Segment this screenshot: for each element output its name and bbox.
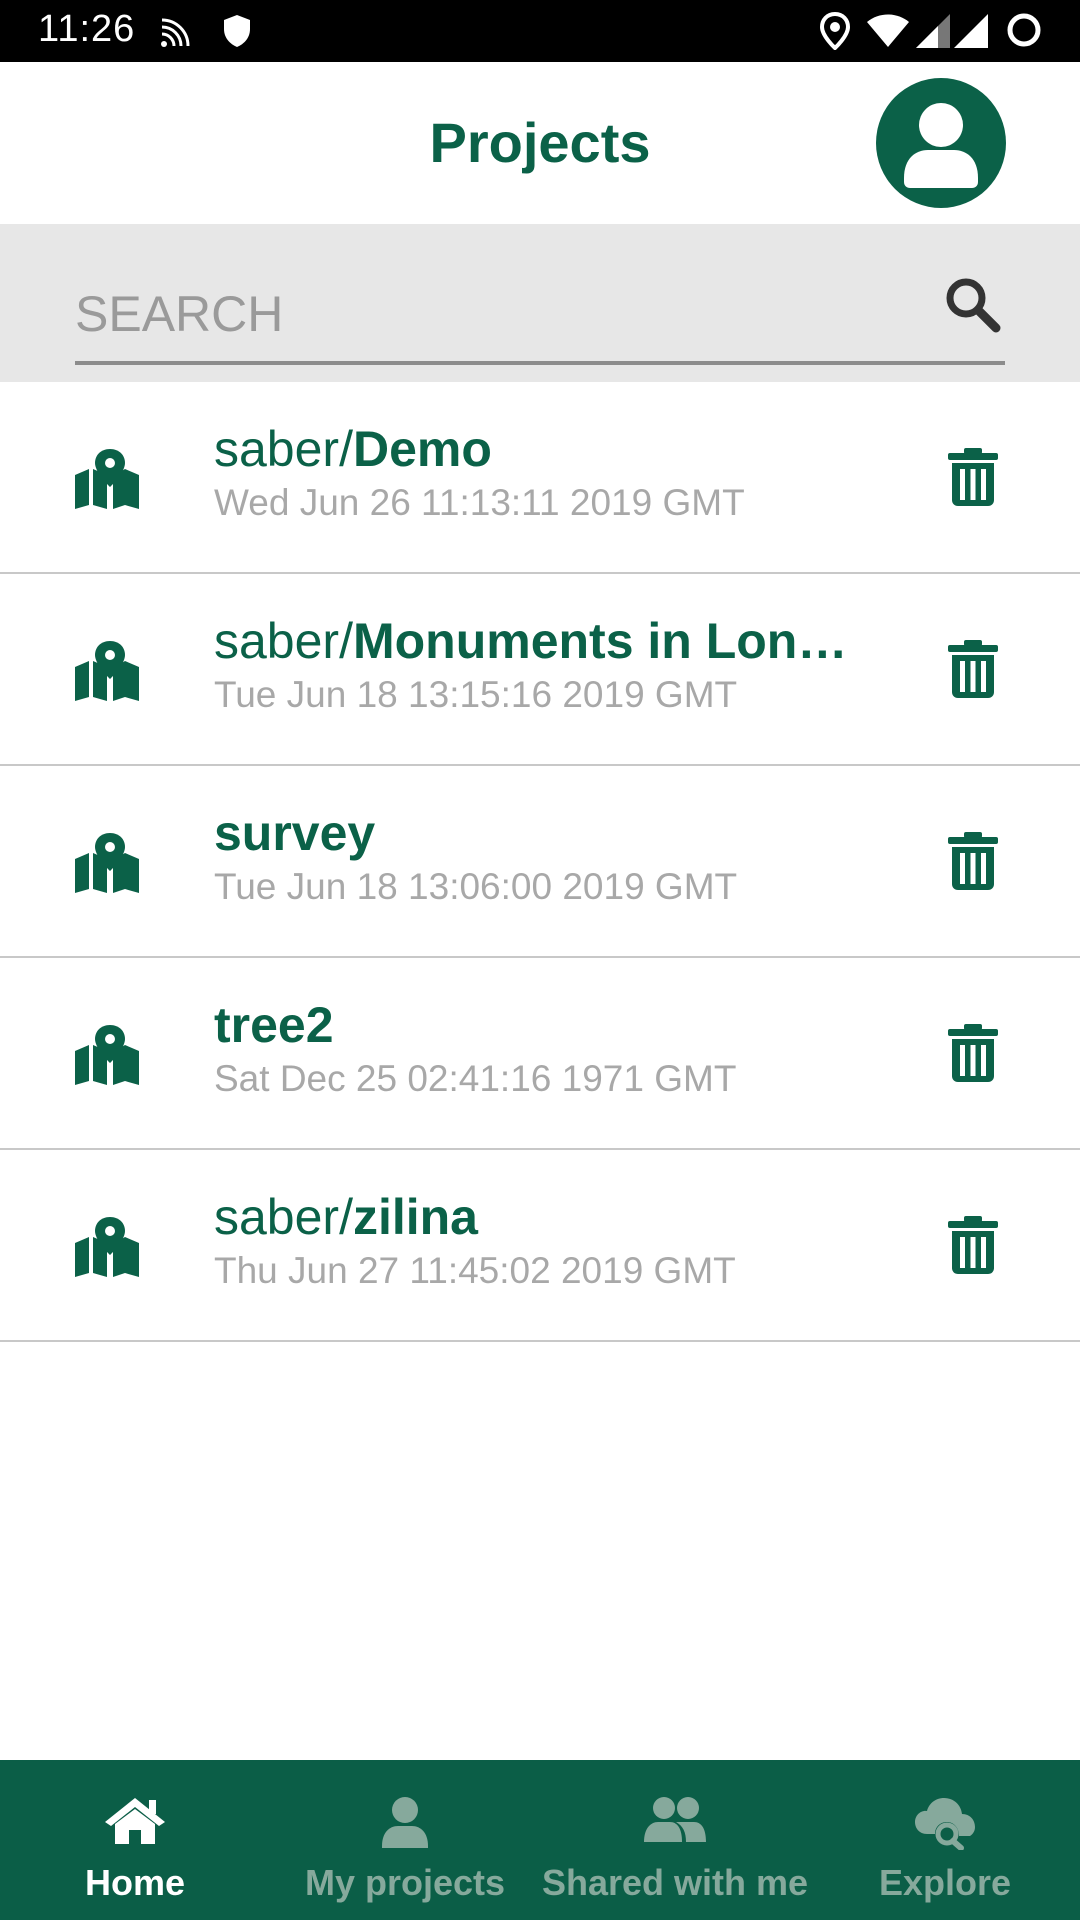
project-title: tree2 (214, 997, 334, 1053)
sync-icon (1007, 13, 1041, 47)
nav-home[interactable]: Home (0, 1760, 270, 1920)
trash-icon[interactable] (948, 640, 998, 698)
nav-explore[interactable]: Explore (810, 1760, 1080, 1920)
project-namespace: saber/ (214, 421, 353, 477)
project-list: saber/Demo Wed Jun 26 11:13:11 2019 GMT … (0, 382, 1080, 1342)
project-date: Tue Jun 18 13:06:00 2019 GMT (214, 866, 738, 907)
app-header: Projects (0, 62, 1080, 224)
nav-shared-with-me[interactable]: Shared with me (540, 1760, 810, 1920)
trash-icon[interactable] (948, 832, 998, 890)
project-name: tree2 (214, 996, 854, 1054)
trash-icon[interactable] (948, 1024, 998, 1082)
project-title: Demo (352, 421, 492, 477)
status-time: 11:26 (38, 8, 136, 50)
location-icon (820, 12, 850, 50)
project-date: Wed Jun 26 11:13:11 2019 GMT (214, 482, 745, 523)
project-row[interactable]: survey Tue Jun 18 13:06:00 2019 GMT (0, 766, 1080, 958)
search-underline (75, 361, 1005, 365)
search-icon[interactable] (940, 272, 1004, 336)
project-title: Monuments in Lon… (352, 613, 848, 669)
project-name: saber/Demo (214, 420, 854, 478)
signal-icon (916, 14, 950, 48)
nav-explore-label: Explore (878, 1862, 1012, 1903)
bottom-nav: Home My projects Shared with me Explore (0, 1760, 1080, 1920)
project-title: survey (214, 805, 376, 861)
nav-my-projects-label: My projects (304, 1862, 506, 1903)
status-bar: 11:26 (0, 0, 1080, 62)
person-icon (382, 1797, 428, 1848)
search-bar (0, 224, 1080, 382)
project-row[interactable]: tree2 Sat Dec 25 02:41:16 1971 GMT (0, 958, 1080, 1150)
nav-my-projects[interactable]: My projects (270, 1760, 540, 1920)
wifi-icon (867, 14, 909, 47)
map-icon (75, 833, 139, 893)
project-namespace: saber/ (214, 613, 353, 669)
screen: 11:26 Projects SEARCH saber/Demo Wed Jun… (0, 0, 1080, 1920)
nav-shared-with-me-label: Shared with me (541, 1862, 809, 1903)
nav-home-label: Home (84, 1862, 186, 1903)
search-input[interactable] (75, 278, 905, 350)
cloud-search-icon (915, 1798, 975, 1850)
trash-icon[interactable] (948, 448, 998, 506)
project-row[interactable]: saber/Demo Wed Jun 26 11:13:11 2019 GMT (0, 382, 1080, 574)
map-icon (75, 1025, 139, 1085)
home-icon (105, 1798, 165, 1844)
project-title: zilina (352, 1189, 478, 1245)
trash-icon[interactable] (948, 1216, 998, 1274)
map-icon (75, 1217, 139, 1277)
profile-button[interactable] (876, 78, 1006, 208)
project-namespace: saber/ (214, 1189, 353, 1245)
project-row[interactable]: saber/Monuments in Lon… Tue Jun 18 13:15… (0, 574, 1080, 766)
project-name: saber/Monuments in Lon… (214, 612, 854, 670)
project-date: Tue Jun 18 13:15:16 2019 GMT (214, 674, 738, 715)
people-icon (644, 1797, 706, 1842)
project-row[interactable]: saber/zilina Thu Jun 27 11:45:02 2019 GM… (0, 1150, 1080, 1342)
signal-icon (954, 14, 988, 48)
user-icon (904, 103, 978, 188)
map-icon (75, 641, 139, 701)
project-date: Thu Jun 27 11:45:02 2019 GMT (214, 1250, 736, 1291)
project-name: saber/zilina (214, 1188, 854, 1246)
shield-icon (224, 15, 250, 47)
cast-icon (161, 18, 190, 47)
map-icon (75, 449, 139, 509)
project-date: Sat Dec 25 02:41:16 1971 GMT (214, 1058, 737, 1099)
project-name: survey (214, 804, 854, 862)
